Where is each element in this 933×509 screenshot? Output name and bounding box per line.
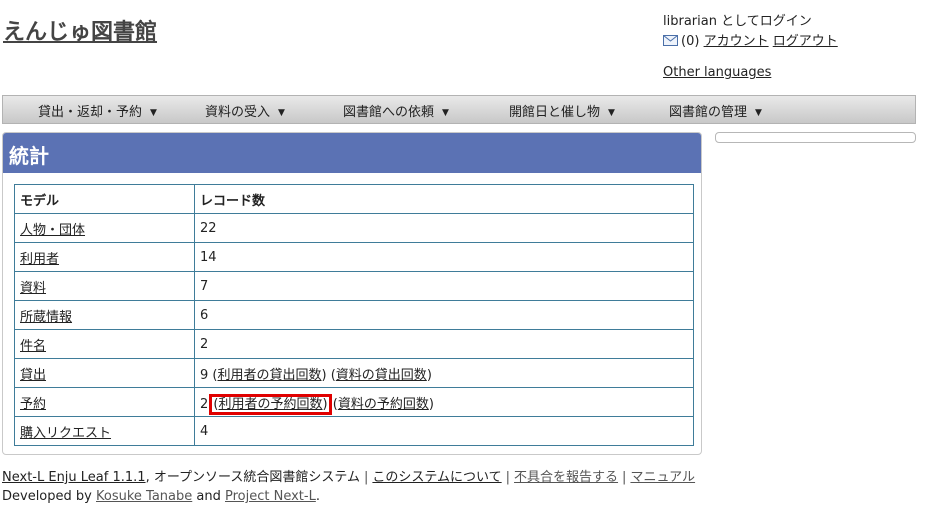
table-row: 購入リクエスト 4	[14, 416, 694, 446]
nav-events[interactable]: 開館日と催し物 ▼	[509, 101, 615, 120]
record-count: 22	[194, 213, 694, 243]
column-header-count: レコード数	[194, 184, 694, 214]
footer-period: .	[315, 489, 320, 504]
model-link[interactable]: 人物・団体	[20, 223, 85, 238]
user-reserve-count-link[interactable]: 利用者の予約回数	[219, 397, 323, 412]
column-header-model: モデル	[14, 184, 195, 214]
record-count-cell: 9 (利用者の貸出回数) (資料の貸出回数)	[194, 358, 694, 388]
table-row: 件名 2	[14, 329, 694, 359]
manual-link[interactable]: マニュアル	[630, 470, 695, 485]
account-link[interactable]: アカウント	[704, 34, 769, 49]
item-reserve-count-link[interactable]: 資料の予約回数	[338, 397, 429, 412]
about-link[interactable]: このシステムについて	[372, 470, 501, 485]
report-bug-link[interactable]: 不具合を報告する	[514, 470, 618, 485]
stats-panel: 統計 モデル レコード数 人物・団体 22 利用者 14 資料 7 所蔵情報 6…	[2, 132, 702, 455]
user-checkout-count-link[interactable]: 利用者の貸出回数	[218, 368, 322, 383]
model-link[interactable]: 利用者	[20, 252, 59, 267]
nav-acquisition[interactable]: 資料の受入 ▼	[205, 101, 285, 120]
nav-label: 図書館の管理	[669, 105, 748, 120]
footer: Next-L Enju Leaf 1.1.1, オープンソース統合図書館システム…	[2, 470, 696, 504]
table-row: 人物・団体 22	[14, 213, 694, 243]
project-link[interactable]: Project Next-L	[225, 489, 316, 504]
model-link[interactable]: 資料	[20, 281, 46, 296]
chevron-down-icon: ▼	[608, 108, 615, 118]
author-link[interactable]: Kosuke Tanabe	[96, 489, 192, 504]
nav-label: 図書館への依頼	[343, 105, 435, 120]
record-count: 6	[194, 300, 694, 330]
model-link[interactable]: 所蔵情報	[20, 310, 72, 325]
logout-link[interactable]: ログアウト	[773, 34, 838, 49]
version-link[interactable]: Next-L Enju Leaf 1.1.1	[2, 470, 146, 485]
nav-circulation[interactable]: 貸出・返却・予約 ▼	[38, 101, 157, 120]
table-header-row: モデル レコード数	[14, 184, 694, 214]
chevron-down-icon: ▼	[755, 108, 762, 118]
highlight-box: (利用者の予約回数)	[209, 393, 332, 415]
item-checkout-count-link[interactable]: 資料の貸出回数	[336, 368, 427, 383]
developed-by-text: Developed by	[2, 489, 92, 504]
system-description: , オープンソース統合図書館システム	[145, 470, 361, 485]
table-row: 利用者 14	[14, 242, 694, 272]
page-title: 統計	[3, 133, 701, 173]
login-status: librarian としてログイン	[663, 14, 812, 29]
table-row: 貸出 9 (利用者の貸出回数) (資料の貸出回数)	[14, 358, 694, 388]
record-count: 7	[194, 271, 694, 301]
nav-requests[interactable]: 図書館への依頼 ▼	[343, 101, 449, 120]
model-link[interactable]: 予約	[20, 397, 46, 412]
record-count: 14	[194, 242, 694, 272]
and-text: and	[196, 489, 221, 504]
chevron-down-icon: ▼	[150, 108, 157, 118]
model-link[interactable]: 件名	[20, 339, 46, 354]
mail-count: (0)	[681, 34, 700, 49]
user-menu: librarian としてログイン (0) アカウント ログアウト	[663, 12, 838, 52]
model-link[interactable]: 購入リクエスト	[20, 426, 111, 441]
site-title[interactable]: えんじゅ図書館	[3, 14, 157, 46]
stats-table: モデル レコード数 人物・団体 22 利用者 14 資料 7 所蔵情報 6 件名…	[14, 184, 694, 446]
chevron-down-icon: ▼	[442, 108, 449, 118]
record-count: 9	[200, 367, 209, 383]
chevron-down-icon: ▼	[278, 108, 285, 118]
record-count: 4	[194, 416, 694, 446]
table-row: 資料 7	[14, 271, 694, 301]
table-row: 予約 2 (利用者の予約回数) (資料の予約回数)	[14, 387, 694, 417]
nav-label: 開館日と催し物	[509, 105, 601, 120]
model-link[interactable]: 貸出	[20, 368, 46, 383]
nav-admin[interactable]: 図書館の管理 ▼	[669, 101, 762, 120]
record-count: 2	[200, 396, 209, 412]
record-count-cell: 2 (利用者の予約回数) (資料の予約回数)	[194, 387, 694, 417]
sidebar-box	[715, 132, 916, 143]
main-nav: 貸出・返却・予約 ▼ 資料の受入 ▼ 図書館への依頼 ▼ 開館日と催し物 ▼ 図書館の管…	[2, 95, 916, 124]
table-row: 所蔵情報 6	[14, 300, 694, 330]
nav-label: 資料の受入	[205, 105, 271, 120]
record-count: 2	[194, 329, 694, 359]
nav-label: 貸出・返却・予約	[38, 105, 143, 120]
mail-icon[interactable]	[663, 35, 678, 46]
other-languages-link[interactable]: Other languages	[663, 65, 771, 80]
